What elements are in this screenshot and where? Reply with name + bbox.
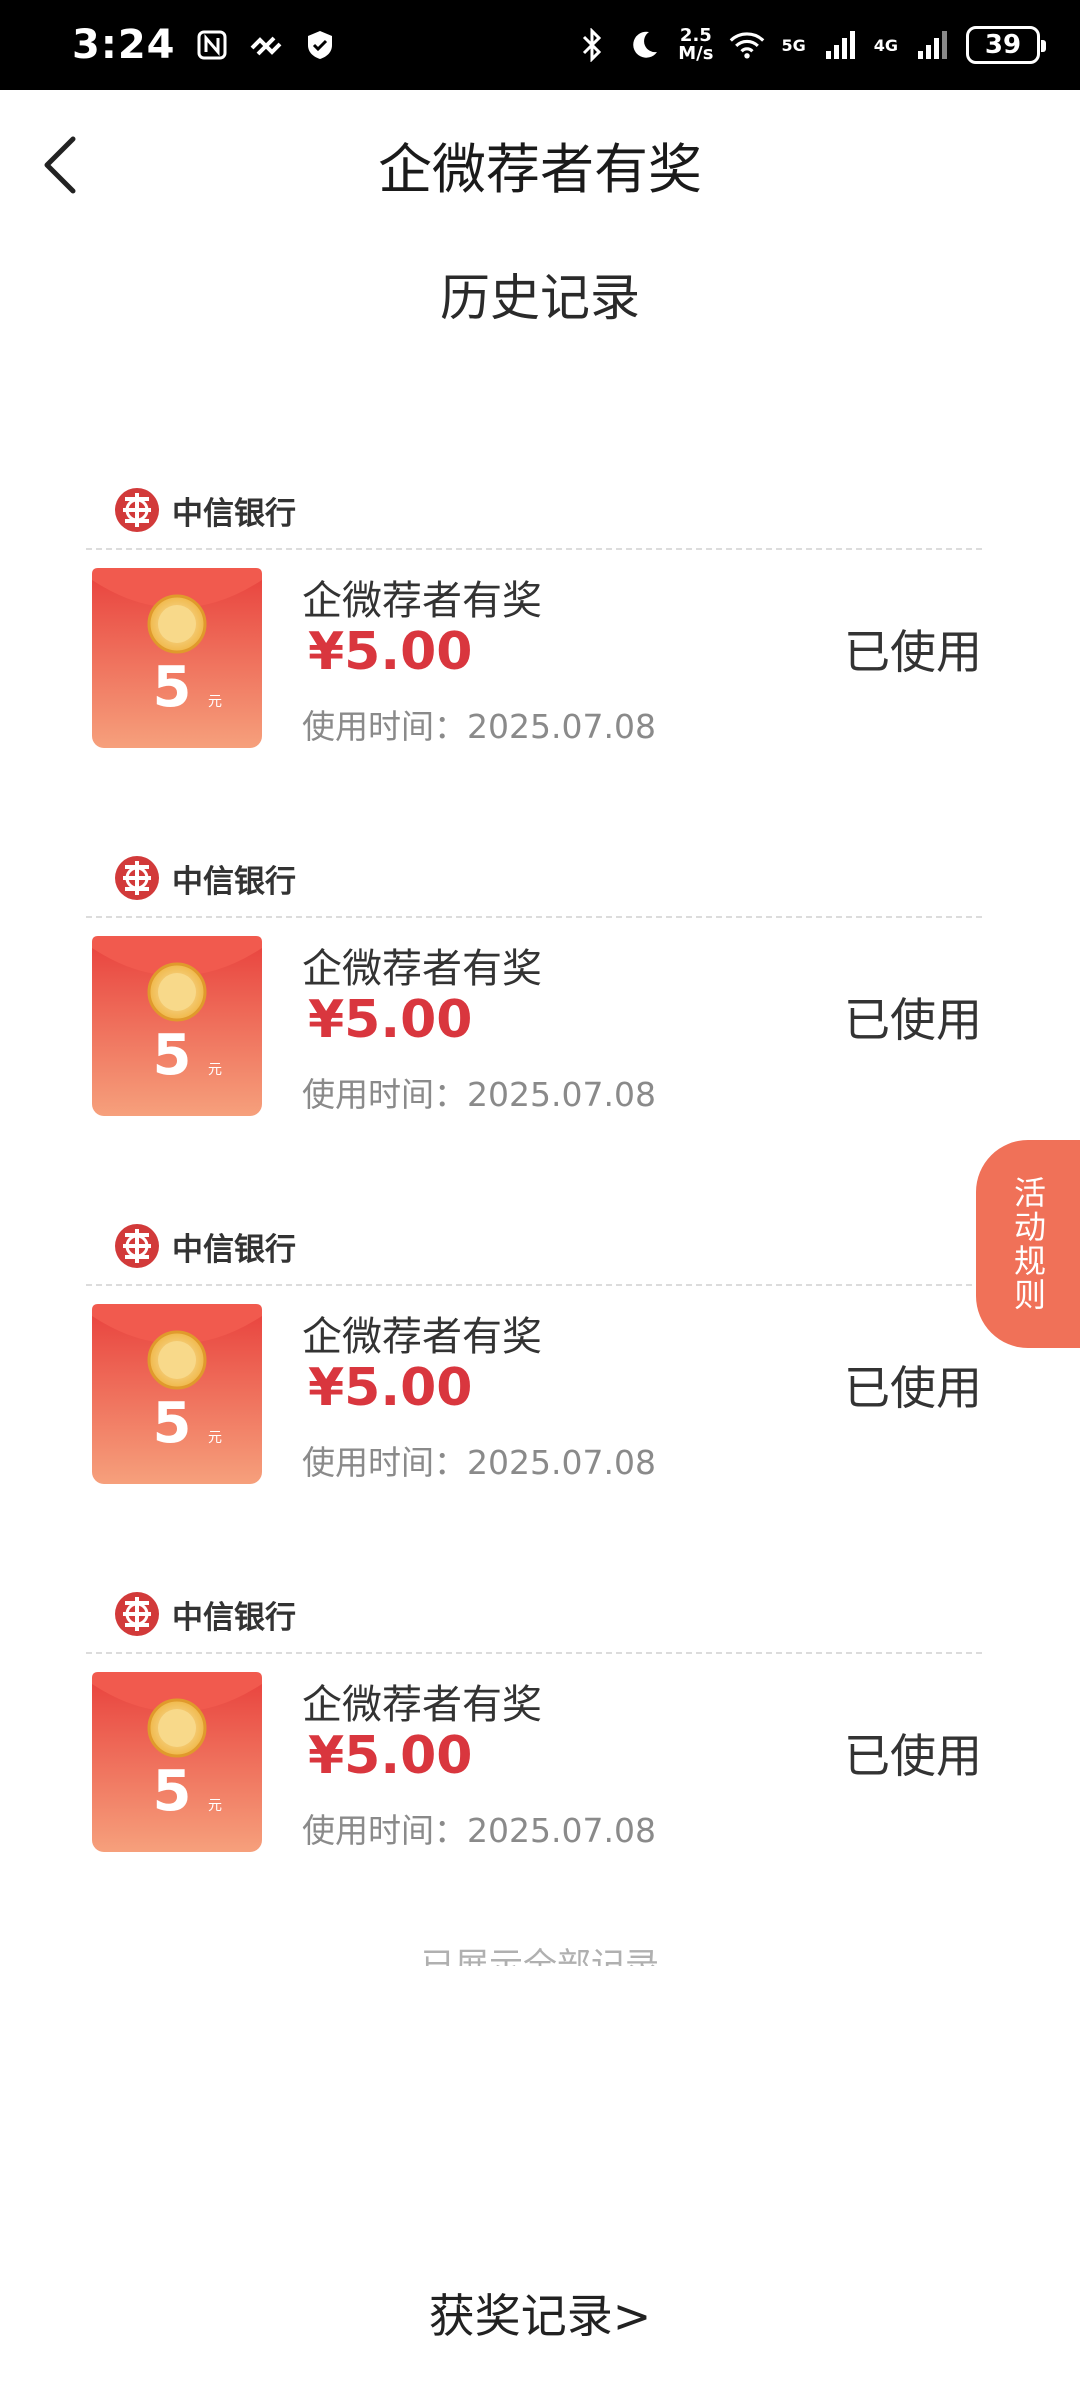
divider	[86, 1652, 982, 1654]
coupon-used-time: 使用时间：2025.07.08	[302, 1811, 656, 1850]
bank-row: 中信银行	[114, 482, 296, 538]
network-5g-label: 5G	[781, 35, 806, 55]
header: 企微荐者有奖	[0, 90, 1080, 240]
divider	[86, 1284, 982, 1286]
coupon-badge-unit: 元	[208, 694, 222, 710]
record-card[interactable]: 中信银行 5 元 企微荐者有奖 ¥5.00 使用时间：2025.07.08 已使…	[86, 482, 982, 782]
nfc-icon	[194, 27, 230, 63]
signal-4g-icon	[914, 27, 950, 63]
coupon-title: 企微荐者有奖	[302, 1314, 542, 1360]
coupon-amount: ¥5.00	[308, 990, 473, 1050]
signal-5g-icon	[822, 27, 858, 63]
divider	[86, 548, 982, 550]
bank-name: 中信银行	[172, 1599, 296, 1636]
coupon-title: 企微荐者有奖	[302, 1682, 542, 1728]
red-envelope-icon: 5 元	[92, 568, 262, 748]
bank-name: 中信银行	[172, 863, 296, 900]
bank-name: 中信银行	[172, 1231, 296, 1268]
coupon-status: 已使用	[844, 1361, 982, 1415]
list-end-text: 已展示全部记录	[421, 1946, 659, 1966]
citic-logo-icon	[115, 856, 159, 900]
coupon-badge-value: 5	[153, 1023, 192, 1088]
record-card[interactable]: 中信银行 5 元 企微荐者有奖 ¥5.00 使用时间：2025.07.08 已使…	[86, 1218, 982, 1518]
divider	[86, 916, 982, 918]
coupon-used-time: 使用时间：2025.07.08	[302, 1443, 656, 1482]
coupon-used-time: 使用时间：2025.07.08	[302, 707, 656, 746]
award-records-link[interactable]: 获奖记录>	[0, 2280, 1080, 2346]
coupon-title: 企微荐者有奖	[302, 946, 542, 992]
page-title: 企微荐者有奖	[378, 138, 702, 201]
red-envelope-icon: 5 元	[92, 1304, 262, 1484]
citic-logo-icon	[115, 1224, 159, 1268]
sync-icon	[248, 27, 284, 63]
network-speed: 2.5 M/s	[678, 27, 713, 63]
moon-icon	[626, 27, 662, 63]
shield-icon	[302, 27, 338, 63]
status-right: 2.5 M/s 5G 4G 39	[574, 26, 1046, 64]
coupon-badge-value: 5	[153, 655, 192, 720]
coupon-title: 企微荐者有奖	[302, 578, 542, 624]
coupon-badge-value: 5	[153, 1759, 192, 1824]
status-time: 3:24	[72, 22, 176, 68]
red-envelope-icon: 5 元	[92, 936, 262, 1116]
coupon-amount: ¥5.00	[308, 1726, 473, 1786]
coupon-status: 已使用	[844, 1729, 982, 1783]
citic-logo-icon	[115, 488, 159, 532]
record-card[interactable]: 中信银行 5 元 企微荐者有奖 ¥5.00 使用时间：2025.07.08 已使…	[86, 850, 982, 1150]
bank-row: 中信银行	[114, 850, 296, 906]
coupon-badge-unit: 元	[208, 1798, 222, 1814]
coupon-badge-value: 5	[153, 1391, 192, 1456]
activity-rules-tab[interactable]: 活动规则	[976, 1140, 1080, 1348]
citic-logo-icon	[115, 1592, 159, 1636]
coupon-used-time: 使用时间：2025.07.08	[302, 1075, 656, 1114]
coupon-badge-unit: 元	[208, 1062, 222, 1078]
coupon-badge-unit: 元	[208, 1430, 222, 1446]
coupon-amount: ¥5.00	[308, 622, 473, 682]
battery-indicator: 39	[966, 26, 1046, 64]
red-envelope-icon: 5 元	[92, 1672, 262, 1852]
wifi-icon	[729, 27, 765, 63]
bank-row: 中信银行	[114, 1218, 296, 1274]
network-4g-label: 4G	[873, 35, 898, 55]
coupon-status: 已使用	[844, 993, 982, 1047]
status-bar: 3:24 2.5 M/s 5G 4G 39	[0, 0, 1080, 90]
coupon-status: 已使用	[844, 625, 982, 679]
bluetooth-icon	[574, 27, 610, 63]
record-card[interactable]: 中信银行 5 元 企微荐者有奖 ¥5.00 使用时间：2025.07.08 已使…	[86, 1586, 982, 1886]
section-title: 历史记录	[440, 269, 640, 327]
network-speed-unit: M/s	[678, 43, 714, 64]
bank-row: 中信银行	[114, 1586, 296, 1642]
coupon-amount: ¥5.00	[308, 1358, 473, 1418]
bank-name: 中信银行	[172, 495, 296, 532]
status-left: 3:24	[72, 22, 338, 68]
